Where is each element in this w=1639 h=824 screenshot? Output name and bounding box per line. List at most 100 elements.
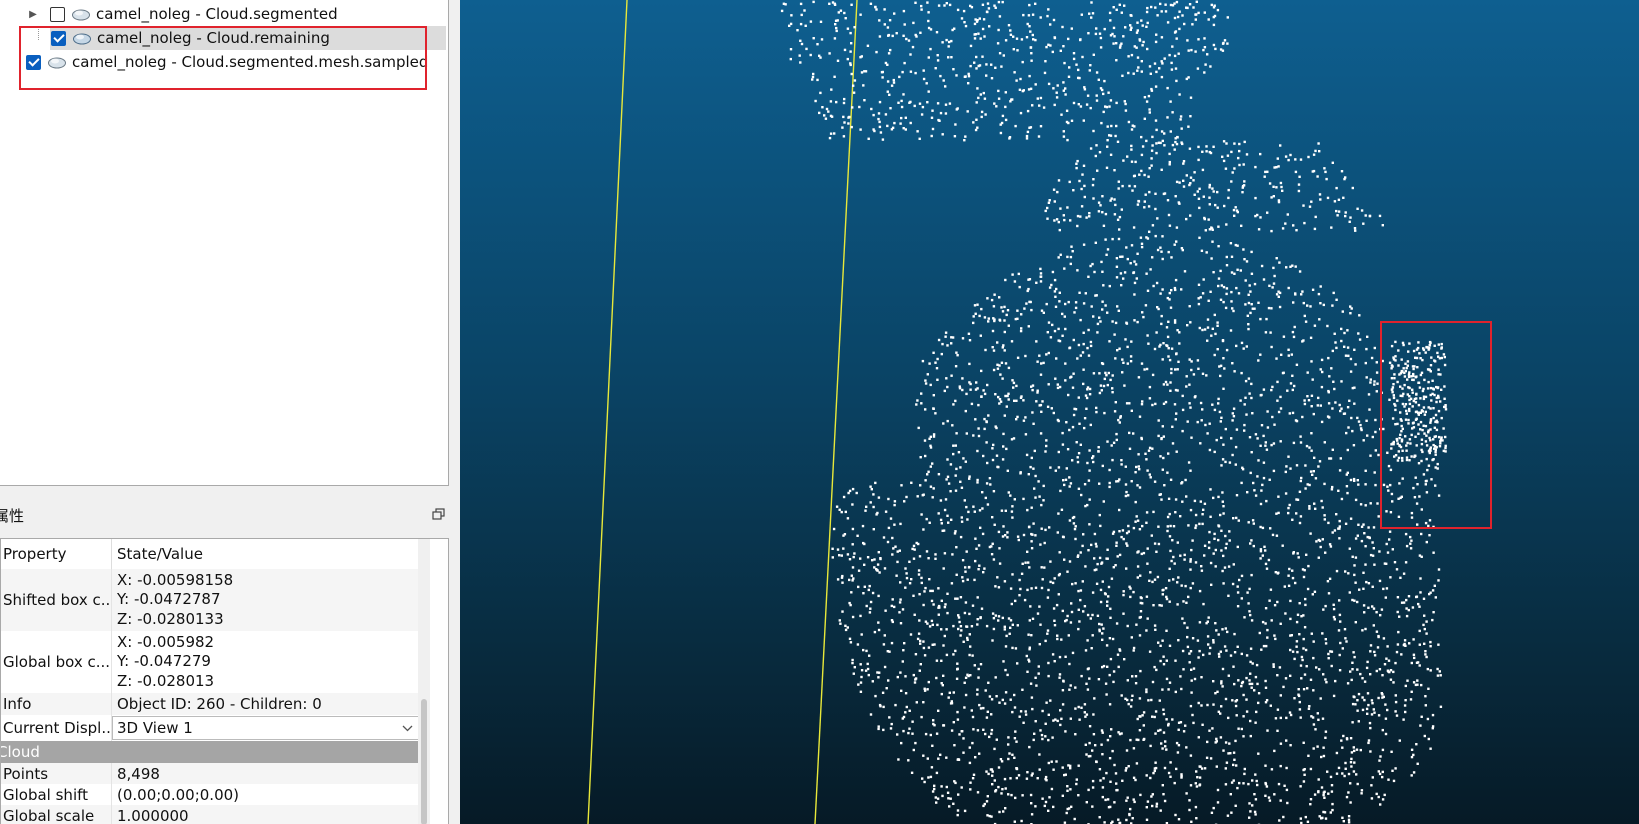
3d-viewport[interactable] <box>460 0 1639 824</box>
point <box>1437 409 1441 413</box>
point <box>1062 89 1065 92</box>
point <box>955 467 958 471</box>
point <box>1166 471 1169 474</box>
point <box>1382 483 1386 487</box>
point <box>983 392 987 396</box>
point <box>1338 519 1341 523</box>
point <box>1123 100 1126 103</box>
point <box>1296 650 1299 654</box>
point <box>1226 42 1229 45</box>
point <box>1098 629 1101 633</box>
point <box>820 38 824 41</box>
point <box>976 87 979 90</box>
point <box>1130 409 1133 412</box>
point <box>1278 305 1282 309</box>
point <box>980 110 984 114</box>
point <box>1016 535 1020 538</box>
point <box>1144 304 1148 307</box>
point <box>1206 703 1209 707</box>
point <box>1389 483 1392 487</box>
point <box>1431 379 1434 382</box>
point <box>1030 540 1033 543</box>
point <box>1399 576 1402 579</box>
point <box>1190 368 1193 372</box>
point <box>1328 457 1331 460</box>
point <box>1191 539 1194 542</box>
point <box>1155 802 1159 805</box>
point <box>1416 523 1419 526</box>
point <box>1007 392 1010 395</box>
point <box>1250 682 1254 686</box>
point <box>1323 441 1326 444</box>
visibility-checkbox[interactable] <box>50 6 65 22</box>
properties-scrollbar[interactable] <box>418 539 430 824</box>
point <box>1411 422 1415 425</box>
point <box>1190 691 1193 694</box>
point <box>1108 485 1111 489</box>
point <box>1373 346 1376 350</box>
point <box>940 522 943 525</box>
point <box>1276 729 1279 732</box>
point <box>1044 209 1047 213</box>
point <box>851 503 854 506</box>
point <box>928 362 931 365</box>
db-tree-panel[interactable]: ▶ camel_noleg - Cloud.segmented camel_no… <box>0 0 449 486</box>
point <box>1030 547 1034 550</box>
point <box>975 101 978 104</box>
point <box>985 420 988 424</box>
point <box>1422 473 1426 476</box>
point <box>949 797 952 800</box>
point <box>1156 14 1159 17</box>
point <box>1046 206 1049 210</box>
point <box>936 54 939 57</box>
display-select[interactable]: 3D View 1 <box>112 716 420 740</box>
undock-icon[interactable] <box>432 508 446 521</box>
point <box>1084 649 1088 652</box>
properties-panel[interactable]: Property State/Value Shifted box c... X:… <box>0 538 449 824</box>
point <box>991 329 995 333</box>
point <box>1297 189 1301 193</box>
point <box>1188 808 1191 812</box>
point <box>1354 537 1358 540</box>
point <box>1208 530 1211 534</box>
point <box>1039 275 1042 278</box>
point <box>1424 521 1428 525</box>
tree-item-segmented[interactable]: ▶ camel_noleg - Cloud.segmented <box>26 2 446 26</box>
point <box>1019 396 1023 399</box>
point <box>1414 356 1417 359</box>
point <box>1272 663 1275 666</box>
point <box>1394 340 1397 344</box>
point <box>1319 404 1322 407</box>
point <box>846 517 850 520</box>
point <box>1027 658 1030 661</box>
point <box>1272 185 1275 188</box>
point <box>947 521 950 524</box>
point <box>1352 444 1356 447</box>
point <box>1292 224 1295 227</box>
point <box>1132 432 1135 435</box>
point <box>1403 704 1407 707</box>
point <box>1230 271 1234 274</box>
point <box>975 20 979 23</box>
point <box>852 672 855 675</box>
point <box>1017 538 1020 542</box>
expand-arrow-icon[interactable]: ▶ <box>26 7 40 21</box>
point <box>1094 32 1098 36</box>
point <box>1434 484 1437 487</box>
point <box>1012 48 1015 51</box>
point <box>1098 372 1101 375</box>
scrollbar-thumb[interactable] <box>421 699 427 824</box>
point <box>1216 190 1219 194</box>
point <box>1298 602 1301 605</box>
point <box>1085 713 1089 716</box>
point <box>1169 549 1172 553</box>
point <box>1031 13 1035 16</box>
point <box>1146 6 1149 10</box>
point <box>1085 103 1089 106</box>
point <box>1420 508 1423 511</box>
point <box>899 522 902 526</box>
point <box>1235 428 1239 431</box>
point <box>1388 538 1391 541</box>
point <box>960 516 963 519</box>
point <box>872 113 875 117</box>
